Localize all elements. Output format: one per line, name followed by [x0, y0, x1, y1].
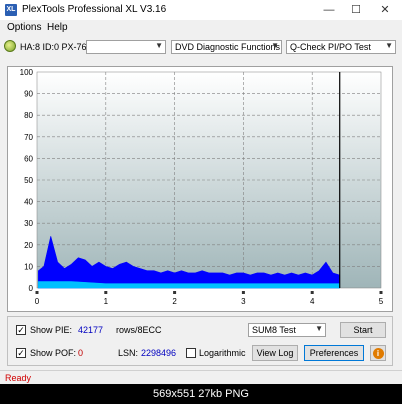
x-tick-label: 5 [379, 297, 384, 306]
minimize-button[interactable]: — [318, 2, 340, 18]
x-tick-mark [173, 291, 177, 294]
test-dropdown[interactable]: Q-Check PI/PO Test ▼ [286, 40, 396, 54]
main-area: 100 90 80 70 60 50 40 30 20 10 0 012345 ✓ Show PIE… [0, 58, 402, 370]
x-tick-mark [241, 291, 245, 294]
y-tick-label: 60 [24, 154, 33, 163]
y-axis-labels: 1009080706050403020100 [20, 68, 34, 293]
status-text: Ready [5, 373, 32, 383]
y-tick-label: 0 [29, 284, 34, 293]
y-tick-label: 70 [24, 133, 33, 142]
show-pof-label: Show POF: [30, 348, 77, 358]
pie-value: 42177 [78, 325, 104, 335]
pof-value: 0 [78, 348, 84, 358]
x-tick-label: 0 [35, 297, 40, 306]
x-tick-mark [104, 291, 108, 294]
x-tick-label: 4 [310, 297, 315, 306]
title-bar: XL PlexTools Professional XL V3.16 — ☐ ✕ [0, 0, 402, 20]
y-tick-label: 90 [24, 90, 33, 99]
x-tick-label: 3 [241, 297, 246, 306]
start-button[interactable]: Start [340, 322, 386, 338]
chevron-down-icon: ▼ [271, 41, 279, 50]
y-tick-label: 30 [24, 219, 33, 228]
logarithmic-label: Logarithmic [199, 348, 246, 358]
y-tick-label: 50 [24, 176, 33, 185]
test-value: Q-Check PI/PO Test [290, 42, 371, 52]
lsn-value: 2298496 [141, 348, 177, 358]
chevron-down-icon: ▼ [385, 41, 393, 50]
drive-icon [4, 40, 16, 52]
toolbar: HA:8 ID:0 PX-760A ▼ DVD Diagnostic Funct… [0, 36, 402, 58]
y-tick-label: 10 [24, 262, 33, 271]
app-icon: XL [5, 4, 17, 16]
x-axis-labels: 0 1 2 3 4 5 [35, 291, 384, 306]
x-tick-mark [379, 291, 383, 294]
chevron-down-icon: ▼ [315, 324, 323, 333]
status-bar: Ready [0, 370, 402, 385]
x-tick-mark [35, 291, 39, 294]
info-button[interactable]: i [370, 345, 386, 361]
preferences-button[interactable]: Preferences [304, 345, 364, 361]
menu-help[interactable]: Help [47, 22, 68, 33]
y-tick-label: 40 [24, 198, 33, 207]
function-value: DVD Diagnostic Functions [175, 42, 281, 52]
y-tick-label: 100 [20, 68, 34, 77]
chevron-down-icon: ▼ [155, 41, 163, 50]
y-tick-label: 80 [24, 111, 33, 120]
window-title: PlexTools Professional XL V3.16 [22, 4, 167, 15]
x-tick-mark [310, 291, 314, 294]
menu-options[interactable]: Options [7, 22, 41, 33]
info-icon: i [372, 348, 384, 359]
view-log-button[interactable]: View Log [252, 345, 298, 361]
test-mode-value: SUM8 Test [252, 325, 296, 335]
x-tick-label: 2 [172, 297, 177, 306]
chart-frame: 100 90 80 70 60 50 40 30 20 10 0 012345 [7, 66, 393, 312]
test-mode-dropdown[interactable]: SUM8 Test ▼ [248, 323, 326, 337]
function-dropdown[interactable]: DVD Diagnostic Functions ▼ [171, 40, 282, 54]
lsn-label: LSN: [118, 348, 139, 358]
maximize-button[interactable]: ☐ [345, 2, 367, 18]
controls-panel: ✓ Show PIE: 42177 rows/8ECC SUM8 Test ▼ … [7, 316, 393, 366]
close-button[interactable]: ✕ [374, 2, 396, 18]
pie-unit: rows/8ECC [116, 325, 162, 335]
x-tick-label: 1 [104, 297, 109, 306]
menu-bar: Options Help [0, 20, 402, 36]
image-caption: 569x551 27kb PNG [0, 384, 402, 404]
show-pie-label: Show PIE: [30, 325, 73, 335]
logarithmic-checkbox[interactable] [186, 348, 196, 358]
show-pof-checkbox[interactable]: ✓ [16, 348, 26, 358]
show-pie-checkbox[interactable]: ✓ [16, 325, 26, 335]
y-tick-label: 20 [24, 241, 33, 250]
drive-dropdown[interactable]: ▼ [86, 40, 166, 54]
pi-po-chart: 1009080706050403020100 012345 [20, 68, 384, 306]
